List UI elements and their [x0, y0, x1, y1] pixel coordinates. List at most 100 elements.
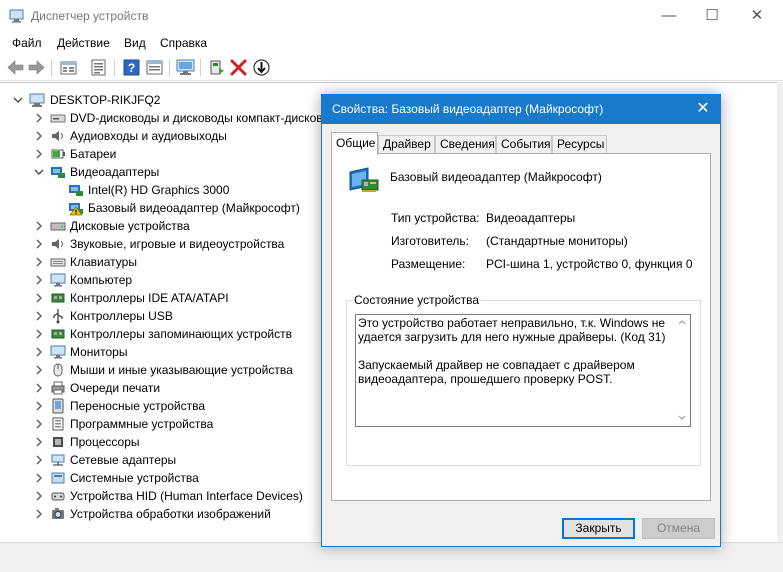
tree-category-label: Сетевые адаптеры: [70, 453, 177, 467]
tree-device-label: Базовый видеоадаптер (Майкрософт): [88, 201, 300, 215]
chevron-right-icon[interactable]: [33, 469, 45, 487]
tree-category-label: Компьютер: [70, 273, 133, 287]
chevron-right-icon[interactable]: [33, 325, 45, 343]
menu-action[interactable]: Действие: [57, 36, 110, 50]
chevron-right-icon[interactable]: [33, 289, 45, 307]
help-icon[interactable]: ?: [122, 58, 141, 77]
toolbar-separator: [200, 59, 201, 76]
tree-category-label: Переносные устройства: [70, 399, 206, 413]
ide-controller-icon: [51, 293, 65, 303]
tab-strip: Общие Драйвер Сведения События Ресурсы: [322, 132, 720, 155]
device-manager-icon: [9, 9, 24, 23]
tab-details[interactable]: Сведения: [435, 135, 496, 154]
toolbar-separator: [169, 59, 170, 76]
manufacturer-value: (Стандартные мониторы): [486, 234, 628, 248]
disk-drive-icon: [50, 222, 66, 231]
chevron-right-icon[interactable]: [33, 217, 45, 235]
hid-icon: [51, 492, 65, 501]
tree-category-label: DVD-дисководы и дисководы компакт-дисков: [70, 111, 323, 125]
update-driver-icon[interactable]: [207, 58, 226, 77]
view-resources-icon[interactable]: [145, 58, 164, 77]
chevron-right-icon[interactable]: [33, 307, 45, 325]
status-line: видеоадаптера, прошедшего проверку POST.: [358, 372, 613, 386]
menu-help[interactable]: Справка: [160, 36, 207, 50]
menu-bar: Файл Действие Вид Справка: [0, 33, 783, 54]
tree-root-label: DESKTOP-RIKJFQ2: [50, 93, 161, 107]
monitor-icon: [50, 345, 66, 359]
chevron-right-icon[interactable]: [33, 343, 45, 361]
usb-icon: [53, 309, 63, 324]
toolbar: ?: [0, 54, 783, 81]
chevron-right-icon[interactable]: [33, 505, 45, 523]
status-scrollbar[interactable]: [674, 315, 690, 426]
close-window-button[interactable]: ✕: [734, 0, 780, 32]
device-type-label: Тип устройства:: [391, 211, 480, 225]
processor-icon: [53, 437, 63, 447]
chevron-right-icon[interactable]: [33, 361, 45, 379]
uninstall-icon[interactable]: [229, 58, 248, 77]
tab-resources[interactable]: Ресурсы: [552, 135, 607, 154]
forward-arrow-icon[interactable]: [27, 58, 46, 77]
chevron-right-icon[interactable]: [33, 271, 45, 289]
sound-device-icon: [52, 239, 63, 249]
device-status-textbox[interactable]: Это устройство работает неправильно, т.к…: [355, 314, 691, 427]
chevron-right-icon[interactable]: [33, 145, 45, 163]
close-button[interactable]: Закрыть: [562, 518, 635, 539]
mouse-icon: [53, 363, 63, 377]
chevron-right-icon[interactable]: [33, 451, 45, 469]
toolbar-separator: [51, 59, 52, 76]
tab-driver[interactable]: Драйвер: [378, 135, 435, 154]
chevron-right-icon[interactable]: [33, 235, 45, 253]
menu-file[interactable]: Файл: [12, 36, 42, 50]
display-adapter-icon: [349, 167, 379, 192]
toolbar-separator: [114, 59, 115, 76]
tab-events[interactable]: События: [496, 135, 552, 154]
network-adapter-icon: [51, 454, 65, 466]
chevron-down-icon[interactable]: [33, 163, 45, 181]
window-title: Диспетчер устройств: [31, 9, 149, 23]
scan-hardware-icon[interactable]: [176, 58, 195, 77]
status-line: удается загрузить для него нужные драйве…: [358, 330, 666, 344]
chevron-right-icon[interactable]: [33, 487, 45, 505]
computer-icon: [50, 273, 66, 287]
portable-device-icon: [52, 398, 64, 414]
tree-category-label: Системные устройства: [70, 471, 199, 485]
disable-device-icon[interactable]: [252, 58, 271, 77]
dialog-title: Свойства: Базовый видеоадаптер (Майкросо…: [332, 102, 604, 116]
chevron-right-icon[interactable]: [33, 397, 45, 415]
menu-view[interactable]: Вид: [124, 36, 146, 50]
storage-controller-icon: [51, 329, 65, 339]
tree-category-label: Контроллеры запоминающих устройств: [70, 327, 292, 341]
tab-general[interactable]: Общие: [331, 132, 378, 155]
battery-icon: [51, 149, 65, 159]
chevron-right-icon[interactable]: [33, 127, 45, 145]
status-line: Это устройство работает неправильно, т.к…: [358, 316, 666, 330]
tree-category-label: Устройства HID (Human Interface Devices): [70, 489, 303, 503]
cancel-button[interactable]: Отмена: [642, 518, 715, 539]
keyboard-icon: [50, 258, 66, 267]
dialog-title-bar: Свойства: Базовый видеоадаптер (Майкросо…: [322, 95, 720, 124]
chevron-down-icon[interactable]: [12, 91, 24, 109]
chevron-right-icon[interactable]: [33, 415, 45, 433]
vertical-scrollbar[interactable]: [777, 82, 783, 542]
show-hidden-icon[interactable]: [59, 58, 78, 77]
device-type-value: Видеоадаптеры: [486, 211, 576, 225]
dialog-close-button[interactable]: ✕: [686, 95, 720, 124]
properties-dialog: Свойства: Базовый видеоадаптер (Майкросо…: [321, 94, 721, 547]
tree-category-label: Контроллеры IDE ATA/ATAPI: [70, 291, 229, 305]
maximize-button[interactable]: ☐: [689, 0, 735, 32]
tree-category-label: Звуковые, игровые и видеоустройства: [70, 237, 285, 251]
chevron-right-icon[interactable]: [33, 379, 45, 397]
chevron-right-icon[interactable]: [33, 109, 45, 127]
chevron-right-icon[interactable]: [33, 253, 45, 271]
properties-sheet-icon[interactable]: [89, 58, 108, 77]
tree-category-label: Контроллеры USB: [70, 309, 173, 323]
general-tab-panel: Базовый видеоадаптер (Майкрософт) Тип ус…: [331, 153, 711, 501]
tree-root[interactable]: DESKTOP-RIKJFQ2: [12, 91, 212, 109]
minimize-button[interactable]: —: [646, 0, 692, 32]
chevron-right-icon[interactable]: [33, 433, 45, 451]
back-arrow-icon[interactable]: [6, 58, 25, 77]
tree-category-label: Аудиовходы и аудиовыходы: [70, 129, 227, 143]
tree-category-label: Клавиатуры: [70, 255, 137, 269]
device-name: Базовый видеоадаптер (Майкрософт): [390, 170, 602, 184]
